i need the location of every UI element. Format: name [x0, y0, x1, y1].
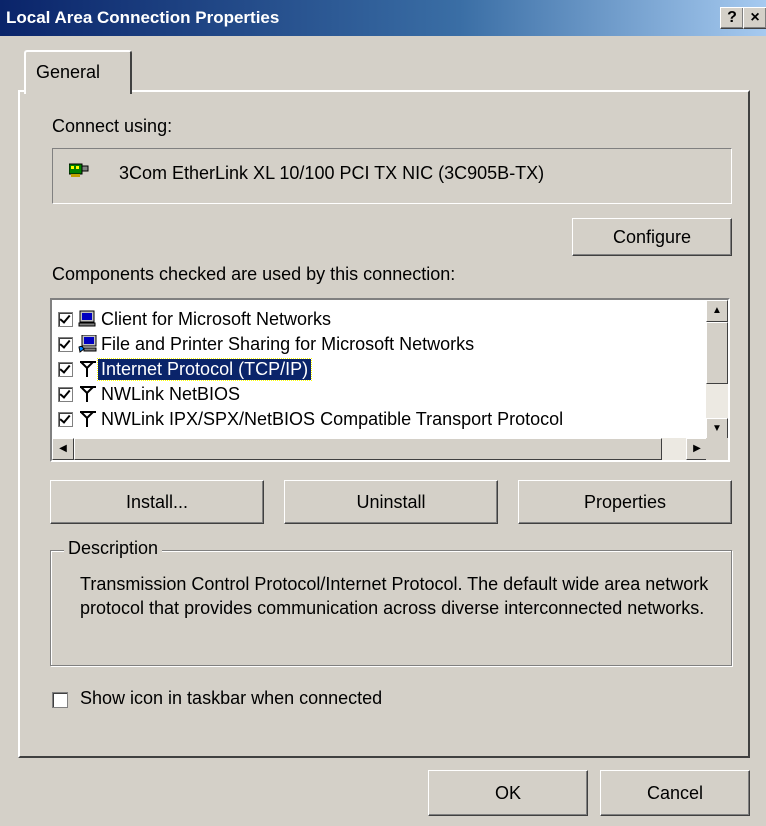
component-checkbox[interactable] — [58, 312, 73, 327]
connect-using-label: Connect using: — [52, 116, 173, 136]
network-card-icon — [69, 163, 89, 177]
ok-button[interactable]: OK — [428, 770, 588, 816]
scroll-left-icon[interactable]: ◀ — [52, 438, 74, 460]
component-label: Internet Protocol (TCP/IP) — [96, 358, 313, 381]
component-checkbox[interactable] — [58, 337, 73, 352]
components-list[interactable]: Client for Microsoft Networks File and P… — [50, 298, 730, 462]
network-client-icon — [78, 310, 96, 327]
adapter-box: 3Com EtherLink XL 10/100 PCI TX NIC (3C9… — [52, 148, 732, 204]
vertical-scroll-thumb[interactable] — [706, 322, 728, 384]
taskbar-icon-checkbox[interactable] — [52, 692, 68, 708]
horizontal-scroll-thumb[interactable] — [74, 438, 662, 460]
dialog-window: Local Area Connection Properties ? × Gen… — [0, 0, 766, 826]
component-label: Client for Microsoft Networks — [101, 309, 332, 329]
configure-button[interactable]: Configure — [572, 218, 732, 256]
scroll-right-icon[interactable]: ▶ — [686, 438, 708, 460]
description-legend: Description — [64, 538, 163, 559]
tab-general[interactable]: General — [24, 50, 132, 94]
close-button[interactable]: × — [743, 7, 766, 29]
components-label: Components checked are used by this conn… — [52, 264, 456, 284]
file-printer-sharing-icon — [78, 335, 97, 353]
window-title: Local Area Connection Properties — [6, 8, 280, 27]
component-label: NWLink NetBIOS — [101, 384, 241, 404]
taskbar-icon-label: Show icon in taskbar when connected — [80, 688, 383, 708]
horizontal-scrollbar[interactable]: ◀ ▶ — [52, 438, 708, 460]
component-label: NWLink IPX/SPX/NetBIOS Compatible Transp… — [101, 409, 564, 429]
title-bar[interactable]: Local Area Connection Properties ? × — [0, 0, 766, 36]
scroll-up-icon[interactable]: ▲ — [706, 300, 728, 322]
vertical-scrollbar[interactable]: ▲ ▼ — [706, 300, 728, 440]
description-text: Transmission Control Protocol/Internet P… — [80, 574, 709, 618]
cancel-button[interactable]: Cancel — [600, 770, 750, 816]
component-checkbox[interactable] — [58, 362, 73, 377]
scroll-down-icon[interactable]: ▼ — [706, 418, 728, 440]
adapter-name: 3Com EtherLink XL 10/100 PCI TX NIC (3C9… — [119, 163, 545, 183]
uninstall-button[interactable]: Uninstall — [284, 480, 498, 524]
install-button[interactable]: Install... — [50, 480, 264, 524]
protocol-icon — [80, 361, 96, 377]
properties-button[interactable]: Properties — [518, 480, 732, 524]
protocol-icon — [80, 411, 96, 427]
help-button[interactable]: ? — [720, 7, 744, 29]
component-label: File and Printer Sharing for Microsoft N… — [101, 334, 475, 354]
component-checkbox[interactable] — [58, 387, 73, 402]
protocol-icon — [80, 386, 96, 402]
component-checkbox[interactable] — [58, 412, 73, 427]
scrollbar-corner — [706, 438, 728, 460]
tab-general-label: General — [36, 62, 101, 82]
